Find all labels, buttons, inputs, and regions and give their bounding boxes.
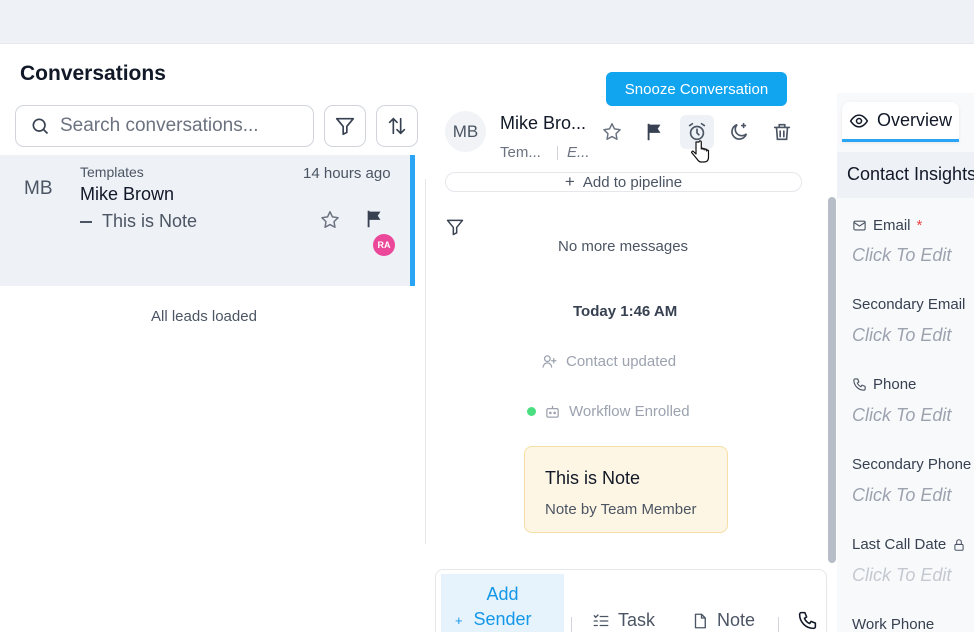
plus-icon: + <box>564 172 575 191</box>
search-icon <box>32 118 49 135</box>
tab-overview[interactable]: Overview <box>842 102 959 142</box>
required-marker: * <box>916 217 923 234</box>
divider <box>571 617 572 632</box>
user-plus-icon <box>542 355 557 368</box>
conversation-tag: Templates <box>80 164 144 180</box>
phone-field[interactable]: Click To Edit <box>852 405 951 426</box>
separator <box>557 146 558 160</box>
flag-icon <box>647 123 661 141</box>
main-panel: Conversations Search conversations... MB… <box>0 43 974 632</box>
conversation-item[interactable]: MB Templates Mike Brown This is Note 14 … <box>0 155 415 286</box>
overview-label: Overview <box>877 110 953 130</box>
date-separator: Today 1:46 AM <box>573 303 678 320</box>
activity-text: Workflow Enrolled <box>569 403 690 420</box>
page-title: Conversations <box>20 62 166 85</box>
star-button[interactable] <box>595 115 629 149</box>
note-tab[interactable]: Note <box>691 610 755 631</box>
checklist-icon <box>593 613 609 626</box>
add-sender-line2: Sender <box>473 609 532 629</box>
activity-contact-updated: Contact updated <box>541 353 676 370</box>
no-more-messages: No more messages <box>558 238 689 255</box>
mail-icon <box>853 220 866 231</box>
last-call-date-label-text: Last Call Date <box>852 536 947 553</box>
note-title: This is Note <box>545 468 641 488</box>
status-dot <box>527 407 536 416</box>
pipeline-label: Add to pipeline <box>582 173 683 191</box>
activity-workflow-enrolled: Workflow Enrolled <box>527 403 690 420</box>
lock-icon <box>954 538 964 551</box>
plus-icon: + <box>455 613 463 628</box>
secondary-email-field[interactable]: Click To Edit <box>852 325 951 346</box>
add-to-pipeline-button[interactable]: + Add to pipeline <box>445 172 802 192</box>
email-label-text: Email <box>873 217 911 234</box>
search-placeholder: Search conversations... <box>60 115 259 136</box>
avatar: MB <box>24 178 53 199</box>
secondary-phone-field[interactable]: Click To Edit <box>852 485 951 506</box>
divider <box>778 617 779 632</box>
note-author: Note by Team Member <box>545 501 697 518</box>
filter-icon <box>335 117 355 136</box>
task-tab[interactable]: Task <box>592 610 655 631</box>
work-phone-label: Work Phone <box>852 616 935 632</box>
flag-button[interactable] <box>638 115 672 149</box>
add-sender-line2-wrap: + Sender <box>441 605 564 630</box>
scrollbar[interactable] <box>828 197 836 563</box>
email-label: Email * <box>852 217 922 234</box>
task-label: Task <box>618 610 656 630</box>
contact-avatar: MB <box>445 111 486 152</box>
conversation-name: Mike Brown <box>80 184 175 204</box>
flag-icon[interactable] <box>364 208 386 230</box>
last-call-date-label: Last Call Date <box>852 536 966 553</box>
eye-icon <box>849 113 869 128</box>
conversation-time: 14 hours ago <box>303 165 391 182</box>
star-icon <box>603 123 621 140</box>
sort-button[interactable] <box>376 105 418 147</box>
contact-insights-header[interactable]: Contact Insights <box>837 152 974 198</box>
dash-icon <box>80 221 92 224</box>
contact-channel: E... <box>567 144 590 161</box>
phone-icon[interactable] <box>797 610 818 631</box>
secondary-phone-label: Secondary Phone <box>852 456 972 473</box>
assignee-badge: RA <box>373 234 395 256</box>
last-call-date-field: Click To Edit <box>852 565 952 585</box>
hand-cursor-icon <box>691 140 710 163</box>
search-input[interactable]: Search conversations... <box>15 105 314 147</box>
contact-name[interactable]: Mike Bro... <box>500 113 586 134</box>
phone-label-text: Phone <box>873 376 917 393</box>
star-icon[interactable] <box>319 209 341 231</box>
divider <box>425 179 426 544</box>
conversation-preview-text: This is Note <box>102 211 198 231</box>
filter-button[interactable] <box>324 105 366 147</box>
list-footer: All leads loaded <box>151 308 257 325</box>
filter-icon[interactable] <box>445 217 465 237</box>
activity-text: Contact updated <box>566 353 677 370</box>
robot-icon <box>546 405 559 418</box>
secondary-email-label: Secondary Email <box>852 296 966 313</box>
contact-subtitle: Tem... <box>500 144 541 161</box>
phone-icon <box>853 378 866 391</box>
add-sender-button[interactable]: Add + Sender <box>441 574 564 632</box>
phone-label: Phone <box>852 376 916 393</box>
email-field[interactable]: Click To Edit <box>852 245 951 266</box>
note-message[interactable]: This is Note Note by Team Member <box>524 446 728 533</box>
document-icon <box>694 613 706 628</box>
note-label: Note <box>717 610 756 630</box>
snooze-tooltip: Snooze Conversation <box>606 72 787 106</box>
trash-icon <box>773 123 791 141</box>
conversation-preview: This is Note <box>80 211 197 232</box>
add-sender-line1: Add <box>486 584 519 604</box>
sort-icon <box>388 117 406 135</box>
mark-unread-button[interactable] <box>722 115 756 149</box>
moon-sparkle-icon <box>731 122 748 140</box>
delete-button[interactable] <box>765 115 799 149</box>
